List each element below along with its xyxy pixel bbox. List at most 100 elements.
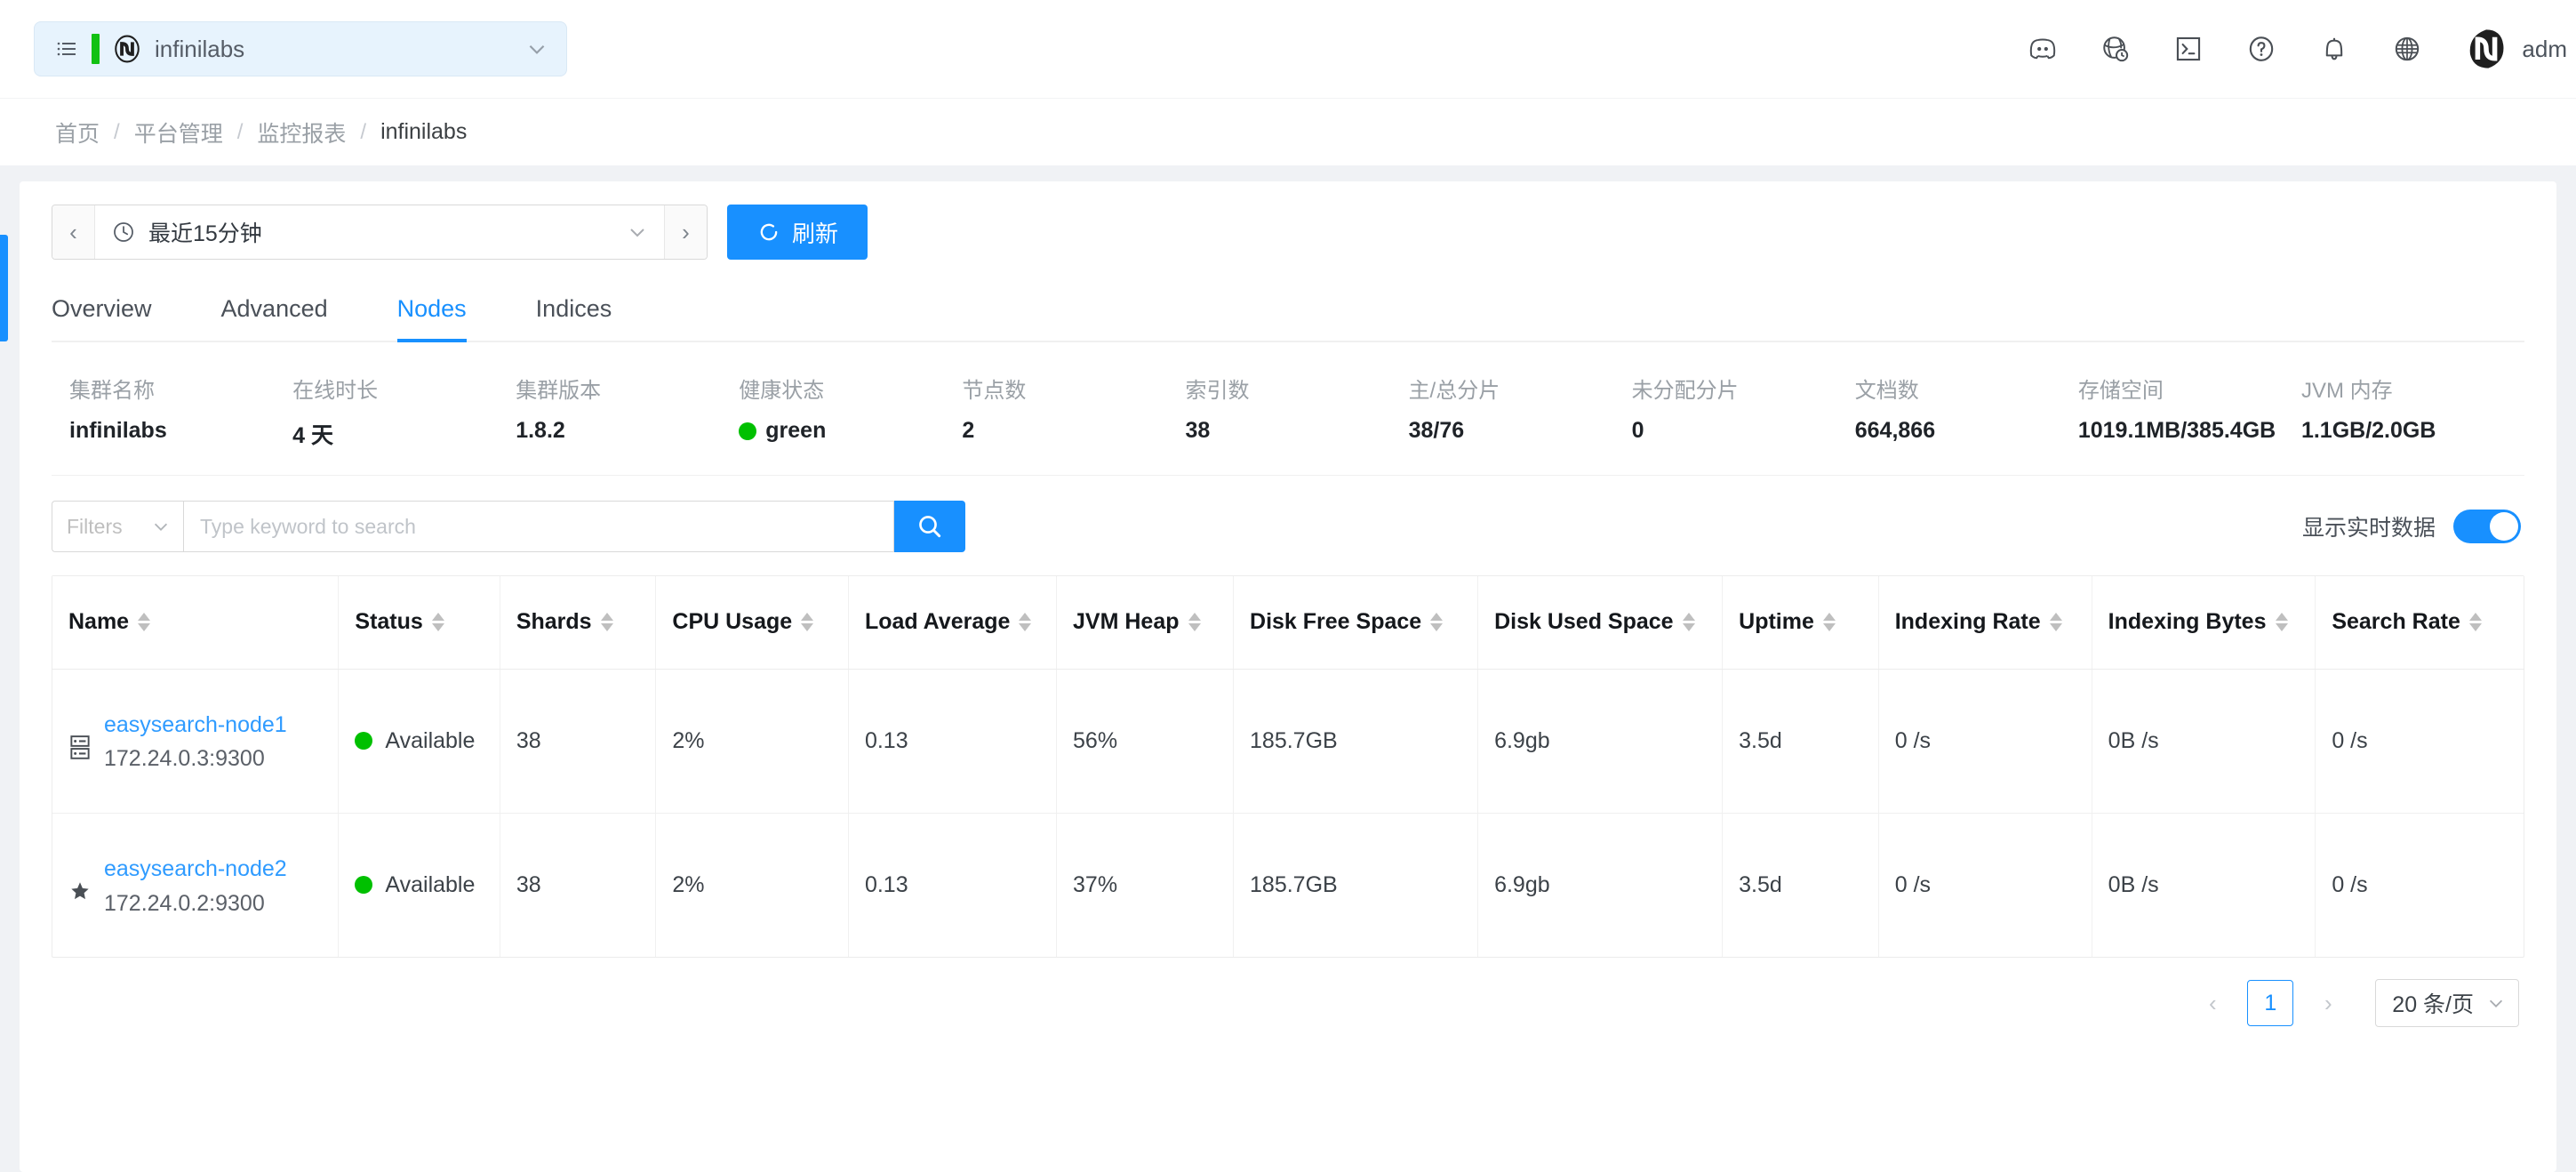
cell-disk-used-space: 6.9gb xyxy=(1477,813,1724,957)
cell-indexing-rate: 0 /s xyxy=(1878,813,2092,957)
help-circle-icon[interactable] xyxy=(2246,34,2276,64)
terminal-icon[interactable] xyxy=(2173,34,2204,64)
column-header-uptime[interactable]: Uptime xyxy=(1722,576,1879,670)
header-actions: adm xyxy=(2028,0,2576,98)
column-label: Disk Used Space xyxy=(1494,609,1674,634)
sort-toggle[interactable] xyxy=(2049,613,2062,632)
stat-label: 集群版本 xyxy=(516,379,602,403)
tab-overview[interactable]: Overview xyxy=(52,283,152,341)
page-size-label: 20 条/页 xyxy=(2392,992,2474,1017)
node-name-link[interactable]: easysearch-node2 xyxy=(104,854,287,886)
stat-index-count: 索引数 38 xyxy=(1185,373,1408,450)
sidebar-collapse-handle[interactable] xyxy=(0,235,8,341)
sort-toggle[interactable] xyxy=(1682,613,1695,632)
node-name-link[interactable]: easysearch-node1 xyxy=(104,710,287,742)
globe-clock-icon[interactable] xyxy=(2100,34,2131,64)
user-menu[interactable]: adm xyxy=(2465,28,2576,70)
health-status-dot xyxy=(739,421,757,440)
cluster-selector[interactable]: infinilabs xyxy=(34,21,567,76)
tab-bar: Overview Advanced Nodes Indices xyxy=(52,283,2524,342)
column-header-indexing-bytes[interactable]: Indexing Bytes xyxy=(2092,576,2316,670)
sort-toggle[interactable] xyxy=(1188,613,1201,632)
pagination: ‹ 1 › 20 条/页 xyxy=(52,958,2524,1027)
time-range-picker[interactable]: 最近15分钟 xyxy=(95,205,664,259)
stat-value: 1.1GB/2.0GB xyxy=(2301,418,2524,444)
cell-jvm-heap: 56% xyxy=(1056,669,1235,814)
cell-disk-free-space: 185.7GB xyxy=(1233,669,1479,814)
column-header-shards[interactable]: Shards xyxy=(500,576,657,670)
pagination-page-1[interactable]: 1 xyxy=(2247,980,2294,1026)
infini-logo-icon xyxy=(115,35,140,63)
column-header-disk-free-space[interactable]: Disk Free Space xyxy=(1233,576,1479,670)
stat-value-text: 1.8.2 xyxy=(516,418,565,443)
column-header-name[interactable]: Name xyxy=(52,576,340,670)
cell-name: easysearch-node2 172.24.0.2:9300 xyxy=(52,813,340,957)
discord-icon[interactable] xyxy=(2028,34,2058,64)
stat-uptime: 在线时长 4 天 xyxy=(292,373,516,450)
filters-select[interactable]: Filters xyxy=(52,501,183,552)
column-label: Indexing Rate xyxy=(1894,609,2041,634)
content-panel: ‹ 最近15分钟 › 刷新 Overview Advanced Nodes In… xyxy=(20,181,2556,1172)
tab-indices[interactable]: Indices xyxy=(536,283,612,341)
cell-uptime: 3.5d xyxy=(1722,813,1879,957)
sort-toggle[interactable] xyxy=(138,613,151,632)
column-header-disk-used-space[interactable]: Disk Used Space xyxy=(1477,576,1724,670)
sort-toggle[interactable] xyxy=(1430,613,1444,632)
chevron-down-icon xyxy=(154,523,168,531)
column-label: Shards xyxy=(516,609,592,634)
column-header-indexing-rate[interactable]: Indexing Rate xyxy=(1878,576,2092,670)
realtime-toggle[interactable] xyxy=(2453,510,2521,543)
sort-toggle[interactable] xyxy=(600,613,613,632)
time-prev-button[interactable]: ‹ xyxy=(52,205,95,259)
pagination-next[interactable]: › xyxy=(2308,983,2348,1023)
column-header-cpu-usage[interactable]: CPU Usage xyxy=(655,576,849,670)
cell-shards: 38 xyxy=(500,669,657,814)
status-dot xyxy=(355,732,373,750)
pagination-prev[interactable]: ‹ xyxy=(2192,983,2233,1023)
stat-value-text: green xyxy=(765,418,827,443)
search-input[interactable] xyxy=(183,501,894,552)
sort-toggle[interactable] xyxy=(801,613,814,632)
time-next-button[interactable]: › xyxy=(664,205,707,259)
tab-nodes[interactable]: Nodes xyxy=(396,283,467,342)
sort-toggle[interactable] xyxy=(431,613,444,632)
stat-version: 集群版本 1.8.2 xyxy=(516,373,739,450)
sort-toggle[interactable] xyxy=(2275,613,2288,632)
bell-icon[interactable] xyxy=(2319,34,2349,64)
tab-advanced[interactable]: Advanced xyxy=(221,283,328,341)
stat-value-text: 0 xyxy=(1631,418,1644,443)
column-label: Indexing Bytes xyxy=(2108,609,2267,634)
stat-label: 索引数 xyxy=(1185,379,1250,403)
search-button[interactable] xyxy=(894,501,965,552)
column-header-load-average[interactable]: Load Average xyxy=(848,576,1058,670)
refresh-button[interactable]: 刷新 xyxy=(727,205,868,260)
breadcrumb-item-platform[interactable]: 平台管理 xyxy=(134,116,223,149)
stat-node-count: 节点数 2 xyxy=(962,373,1185,450)
breadcrumb-item-home[interactable]: 首页 xyxy=(55,116,100,149)
stat-label: 健康状态 xyxy=(739,379,825,403)
filters-label: Filters xyxy=(67,514,123,538)
clock-icon xyxy=(114,222,133,242)
breadcrumb-separator: / xyxy=(360,119,367,144)
cluster-stats-bar: 集群名称 infinilabs 在线时长 4 天 集群版本 1.8.2 健康状态… xyxy=(52,342,2524,476)
column-header-jvm-heap[interactable]: JVM Heap xyxy=(1056,576,1235,670)
page-size-select[interactable]: 20 条/页 xyxy=(2375,979,2519,1027)
sort-toggle[interactable] xyxy=(2468,613,2482,632)
stat-storage: 存储空间 1019.1MB/385.4GB xyxy=(2078,373,2301,450)
status-dot xyxy=(355,876,373,895)
sort-toggle[interactable] xyxy=(1822,613,1836,632)
stat-value-text: 664,866 xyxy=(1854,418,1936,443)
sort-toggle[interactable] xyxy=(1019,613,1032,632)
status-text: Available xyxy=(385,871,476,897)
stat-label: 集群名称 xyxy=(69,379,155,403)
cell-name: easysearch-node1 172.24.0.3:9300 xyxy=(52,669,340,814)
cell-load-average: 0.13 xyxy=(848,669,1058,814)
search-icon xyxy=(919,516,941,538)
cell-indexing-bytes: 0B /s xyxy=(2092,669,2316,814)
column-header-search-rate[interactable]: Search Rate xyxy=(2315,576,2524,670)
column-label: Status xyxy=(355,609,423,634)
breadcrumb-item-report[interactable]: 监控报表 xyxy=(257,116,346,149)
stat-unassigned-shards: 未分配分片 0 xyxy=(1632,373,1855,450)
language-globe-icon[interactable] xyxy=(2392,34,2422,64)
column-header-status[interactable]: Status xyxy=(338,576,500,670)
